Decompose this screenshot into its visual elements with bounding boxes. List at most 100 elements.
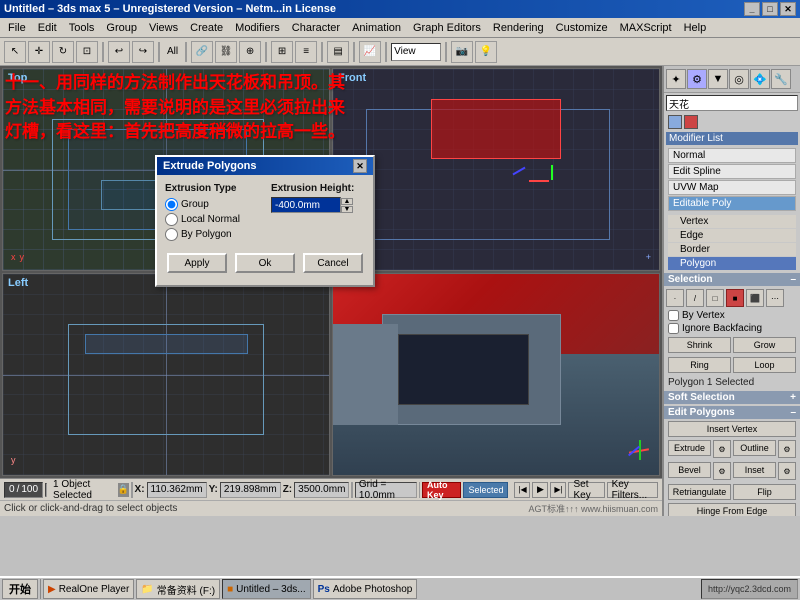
- dialog-close-button[interactable]: ✕: [353, 159, 367, 173]
- flip-button[interactable]: Flip: [733, 484, 796, 500]
- bevel-settings-icon[interactable]: ⚙: [713, 462, 731, 480]
- menu-rendering[interactable]: Rendering: [487, 20, 550, 36]
- menu-views[interactable]: Views: [143, 20, 184, 36]
- toolbar-align-btn[interactable]: ≡: [295, 41, 317, 63]
- taskbar-3dsmax[interactable]: ■ Untitled – 3ds...: [222, 579, 311, 599]
- toolbar-unlink-btn[interactable]: ⛓: [215, 41, 237, 63]
- extrude-settings-icon[interactable]: ⚙: [713, 440, 731, 458]
- menu-animation[interactable]: Animation: [346, 20, 407, 36]
- sub-edge[interactable]: Edge: [668, 229, 796, 242]
- color-swatch-1[interactable]: [668, 115, 682, 129]
- playback-controls[interactable]: |◀ ▶ ▶|: [514, 482, 566, 498]
- menu-group[interactable]: Group: [100, 20, 143, 36]
- viewport-left[interactable]: Left y: [2, 273, 330, 476]
- taskbar-realplayer[interactable]: ▶ RealOne Player: [43, 579, 134, 599]
- toolbar-move-btn[interactable]: ✛: [28, 41, 50, 63]
- sel-icon-polygon[interactable]: ■: [726, 289, 744, 307]
- toolbar-layer-btn[interactable]: ▤: [327, 41, 349, 63]
- close-button[interactable]: ✕: [780, 2, 796, 16]
- toolbar-select-btn[interactable]: ↖: [4, 41, 26, 63]
- menu-help[interactable]: Help: [678, 20, 713, 36]
- height-value-display[interactable]: -400.0mm: [271, 197, 341, 213]
- sel-icon-border[interactable]: □: [706, 289, 724, 307]
- color-swatch-2[interactable]: [684, 115, 698, 129]
- menu-tools[interactable]: Tools: [63, 20, 101, 36]
- inset-settings-icon[interactable]: ⚙: [778, 462, 796, 480]
- by-vertex-checkbox[interactable]: [668, 310, 679, 321]
- menu-maxscript[interactable]: MAXScript: [614, 20, 678, 36]
- bevel-button[interactable]: Bevel: [668, 462, 711, 478]
- toolbar-scale-btn[interactable]: ⊡: [76, 41, 98, 63]
- next-frame-btn[interactable]: ▶|: [550, 482, 566, 498]
- menu-character[interactable]: Character: [286, 20, 346, 36]
- modifier-list-header[interactable]: Modifier List: [666, 132, 798, 145]
- outline-button[interactable]: Outline: [733, 440, 776, 456]
- key-filters-button[interactable]: Key Filters...: [607, 482, 658, 498]
- y-coord-field[interactable]: 219.898mm: [220, 482, 281, 498]
- lock-icon[interactable]: 🔒: [118, 483, 129, 497]
- grow-button[interactable]: Grow: [733, 337, 796, 353]
- loop-button[interactable]: Loop: [733, 357, 796, 373]
- sub-vertex[interactable]: Vertex: [668, 215, 796, 228]
- z-coord-field[interactable]: 3500.0mm: [294, 482, 349, 498]
- utilities-tab-btn[interactable]: 🔧: [771, 69, 791, 89]
- sel-icon-edge[interactable]: /: [686, 289, 704, 307]
- inset-button[interactable]: Inset: [733, 462, 776, 478]
- radio-polygon-input[interactable]: [165, 228, 178, 241]
- soft-selection-header[interactable]: Soft Selection +: [664, 391, 800, 404]
- x-coord-field[interactable]: 110.362mm: [147, 482, 207, 498]
- taskbar-files[interactable]: 📁 常备资料 (F:): [136, 579, 220, 599]
- toolbar-view-input[interactable]: [391, 43, 441, 61]
- insert-vertex-button[interactable]: Insert Vertex: [668, 421, 796, 437]
- start-button[interactable]: 开始: [2, 579, 38, 599]
- timeline-bar[interactable]: [45, 483, 47, 497]
- create-tab-btn[interactable]: ✦: [666, 69, 686, 89]
- taskbar-photoshop[interactable]: Ps Adobe Photoshop: [313, 579, 418, 599]
- hinge-from-edge-button[interactable]: Hinge From Edge: [668, 503, 796, 516]
- sub-polygon[interactable]: Polygon: [668, 257, 796, 270]
- dialog-cancel-button[interactable]: Cancel: [303, 253, 363, 273]
- modify-tab-btn[interactable]: ⚙: [687, 69, 707, 89]
- spinner-up[interactable]: ▲: [341, 198, 353, 205]
- toolbar-bind-btn[interactable]: ⊕: [239, 41, 261, 63]
- dialog-ok-button[interactable]: Ok: [235, 253, 295, 273]
- toolbar-camera-btn[interactable]: 📷: [451, 41, 473, 63]
- toolbar-rotate-btn[interactable]: ↻: [52, 41, 74, 63]
- window-buttons[interactable]: _ □ ✕: [744, 2, 796, 16]
- retriangulate-button[interactable]: Retriangulate: [668, 484, 731, 500]
- toolbar-undo-btn[interactable]: ↩: [108, 41, 130, 63]
- radio-group-input[interactable]: [165, 198, 178, 211]
- modifier-edit-spline[interactable]: Edit Spline: [668, 164, 796, 179]
- set-key-button[interactable]: Set Key: [568, 482, 604, 498]
- modifier-editable-poly[interactable]: Editable Poly: [668, 196, 796, 211]
- toolbar-mirror-btn[interactable]: ⊞: [271, 41, 293, 63]
- menu-create[interactable]: Create: [184, 20, 229, 36]
- viewport-perspective[interactable]: View: [332, 273, 660, 476]
- spinner-down[interactable]: ▼: [341, 206, 353, 213]
- sub-border[interactable]: Border: [668, 243, 796, 256]
- extrude-button[interactable]: Extrude: [668, 440, 711, 456]
- sel-icon-options[interactable]: ⋯: [766, 289, 784, 307]
- ignore-backfacing-checkbox[interactable]: [668, 323, 679, 334]
- menu-edit[interactable]: Edit: [32, 20, 63, 36]
- menu-file[interactable]: File: [2, 20, 32, 36]
- dialog-titlebar[interactable]: Extrude Polygons ✕: [157, 157, 373, 175]
- viewport-front[interactable]: Front +: [332, 68, 660, 271]
- sel-icon-vertex[interactable]: ·: [666, 289, 684, 307]
- shrink-button[interactable]: Shrink: [668, 337, 731, 353]
- height-spinner[interactable]: ▲ ▼: [341, 198, 353, 213]
- sel-icon-element[interactable]: ⬛: [746, 289, 764, 307]
- menu-modifiers[interactable]: Modifiers: [229, 20, 286, 36]
- radio-local-input[interactable]: [165, 213, 178, 226]
- toolbar-light-btn[interactable]: 💡: [475, 41, 497, 63]
- menu-graph-editors[interactable]: Graph Editors: [407, 20, 487, 36]
- toolbar-link-btn[interactable]: 🔗: [191, 41, 213, 63]
- dialog-apply-button[interactable]: Apply: [167, 253, 227, 273]
- ring-button[interactable]: Ring: [668, 357, 731, 373]
- outline-settings-icon[interactable]: ⚙: [778, 440, 796, 458]
- prev-frame-btn[interactable]: |◀: [514, 482, 530, 498]
- selection-section-header[interactable]: Selection –: [664, 273, 800, 286]
- display-tab-btn[interactable]: 💠: [750, 69, 770, 89]
- menu-customize[interactable]: Customize: [550, 20, 614, 36]
- auto-key-button[interactable]: Auto Key: [422, 482, 461, 498]
